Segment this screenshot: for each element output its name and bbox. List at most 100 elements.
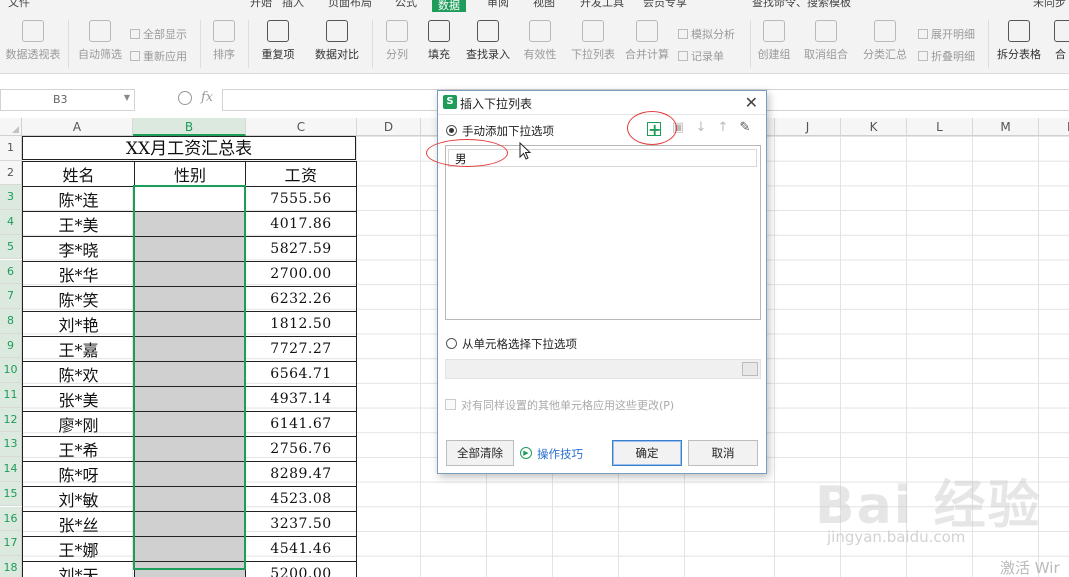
menu-member[interactable]: 会员专享 (643, 0, 687, 10)
row-header-13[interactable]: 13 (0, 432, 22, 458)
row-header-7[interactable]: 7 (0, 284, 22, 309)
split-table-button[interactable]: 拆分表格 (994, 12, 1044, 74)
sort-button[interactable]: 排序 (206, 12, 242, 74)
column-header-j[interactable]: J (775, 118, 841, 136)
row-header-14[interactable]: 14 (0, 457, 22, 482)
salary-cell[interactable]: 4523.08 (245, 486, 357, 512)
row-header-5[interactable]: 5 (0, 234, 22, 260)
autofilter-button[interactable]: 自动筛选 (76, 12, 124, 74)
options-listbox[interactable]: 男 (445, 145, 761, 320)
salary-cell[interactable]: 2700.00 (245, 261, 357, 287)
select-all-corner[interactable] (0, 118, 22, 136)
menu-home[interactable]: 开始 (250, 0, 272, 10)
column-header-l[interactable]: L (907, 118, 973, 136)
column-header-n[interactable]: N (1039, 118, 1069, 136)
salary-cell[interactable]: 2756.76 (245, 436, 357, 462)
menu-page-layout[interactable]: 页面布局 (328, 0, 372, 10)
gender-cell[interactable] (134, 461, 246, 487)
simulate-analysis-button[interactable]: 模拟分析 (678, 26, 735, 42)
menu-data[interactable]: 数据 (432, 0, 466, 12)
salary-cell[interactable]: 1812.50 (245, 311, 357, 337)
name-cell[interactable]: 陈*连 (22, 186, 135, 212)
menu-formula[interactable]: 公式 (395, 0, 417, 10)
gender-cell[interactable] (134, 411, 246, 437)
name-cell[interactable]: 刘*敏 (22, 486, 135, 512)
menu-view[interactable]: 视图 (533, 0, 555, 10)
data-compare-button[interactable]: 数据对比 (310, 12, 364, 74)
name-box[interactable]: B3 ▼ (0, 89, 135, 111)
apply-same-checkbox[interactable] (445, 399, 456, 410)
gender-cell[interactable] (134, 261, 246, 287)
salary-cell[interactable]: 6141.67 (245, 411, 357, 437)
row-header-9[interactable]: 9 (0, 333, 22, 359)
salary-cell[interactable]: 3237.50 (245, 511, 357, 537)
reapply-button[interactable]: 重新应用 (130, 48, 187, 64)
move-up-icon[interactable]: ↑ (715, 120, 731, 136)
fill-button[interactable]: 填充 (422, 12, 456, 74)
add-item-icon[interactable]: + (647, 122, 661, 138)
row-header-1[interactable]: 1 (0, 136, 22, 161)
cells-option-radio[interactable] (446, 338, 457, 349)
menu-developer[interactable]: 开发工具 (580, 0, 624, 10)
row-header-6[interactable]: 6 (0, 259, 22, 285)
column-header-k[interactable]: K (841, 118, 907, 136)
name-cell[interactable]: 王*嘉 (22, 336, 135, 362)
name-cell[interactable]: 李*晓 (22, 236, 135, 262)
gender-cell[interactable] (134, 361, 246, 387)
salary-cell[interactable]: 7555.56 (245, 186, 357, 212)
record-form-button[interactable]: 记录单 (678, 48, 724, 64)
menu-sync-status[interactable]: 未同步 (1033, 0, 1066, 10)
cancel-button[interactable]: 取消 (688, 440, 758, 466)
header-salary[interactable]: 工资 (245, 161, 357, 187)
gender-cell[interactable] (134, 211, 246, 237)
cells-option-label[interactable]: 从单元格选择下拉选项 (462, 336, 577, 352)
column-header-d[interactable]: D (357, 118, 421, 136)
gender-cell[interactable] (134, 536, 246, 562)
dropdown-list-button[interactable]: 下拉列表 (570, 12, 616, 74)
manual-option-radio[interactable] (446, 125, 457, 136)
list-item[interactable]: 男 (448, 149, 757, 167)
collapse-detail-button[interactable]: 折叠明细 (918, 48, 975, 64)
range-picker-icon[interactable] (742, 362, 758, 376)
name-cell[interactable]: 王*希 (22, 436, 135, 462)
column-header-m[interactable]: M (973, 118, 1039, 136)
column-header-c[interactable]: C (246, 118, 357, 136)
name-cell[interactable]: 陈*呀 (22, 461, 135, 487)
gender-cell[interactable] (134, 511, 246, 537)
move-down-icon[interactable]: ↓ (693, 120, 709, 136)
ok-button[interactable]: 确定 (612, 440, 682, 466)
salary-cell[interactable]: 7727.27 (245, 336, 357, 362)
menu-search[interactable]: 查找命令、搜索模板 (752, 0, 851, 10)
subtotal-button[interactable]: 分类汇总 (862, 12, 908, 74)
salary-cell[interactable]: 4017.86 (245, 211, 357, 237)
row-header-15[interactable]: 15 (0, 481, 22, 507)
row-header-18[interactable]: 18 (0, 555, 22, 577)
function-icon[interactable]: fx (201, 90, 213, 105)
duplicates-button[interactable]: 重复项 (256, 12, 300, 74)
chevron-down-icon[interactable]: ▼ (124, 93, 130, 102)
edit-item-icon[interactable]: ✎ (737, 120, 753, 136)
close-icon[interactable]: ✕ (745, 93, 758, 112)
row-header-3[interactable]: 3 (0, 185, 22, 211)
name-cell[interactable]: 张*丝 (22, 511, 135, 537)
zoom-icon[interactable] (178, 91, 192, 105)
salary-cell[interactable]: 6564.71 (245, 361, 357, 387)
column-header-b[interactable]: B (133, 118, 246, 136)
gender-cell[interactable] (134, 436, 246, 462)
row-header-4[interactable]: 4 (0, 210, 22, 235)
row-header-10[interactable]: 10 (0, 358, 22, 383)
menu-file[interactable]: 文件 (8, 0, 30, 10)
delete-item-icon[interactable]: ▣ (670, 120, 686, 136)
name-cell[interactable]: 张*美 (22, 386, 135, 412)
gender-cell[interactable] (134, 486, 246, 512)
name-cell[interactable]: 陈*笑 (22, 286, 135, 312)
sheet-title[interactable]: XX月工资汇总表 (22, 136, 356, 160)
expand-detail-button[interactable]: 展开明细 (918, 26, 975, 42)
manual-option-label[interactable]: 手动添加下拉选项 (462, 123, 554, 139)
split-column-button[interactable]: 分列 (380, 12, 414, 74)
gender-cell[interactable] (134, 311, 246, 337)
tips-link[interactable]: 操作技巧 (537, 446, 583, 462)
name-cell[interactable]: 陈*欢 (22, 361, 135, 387)
gender-cell[interactable] (134, 561, 246, 577)
row-header-12[interactable]: 12 (0, 407, 22, 433)
